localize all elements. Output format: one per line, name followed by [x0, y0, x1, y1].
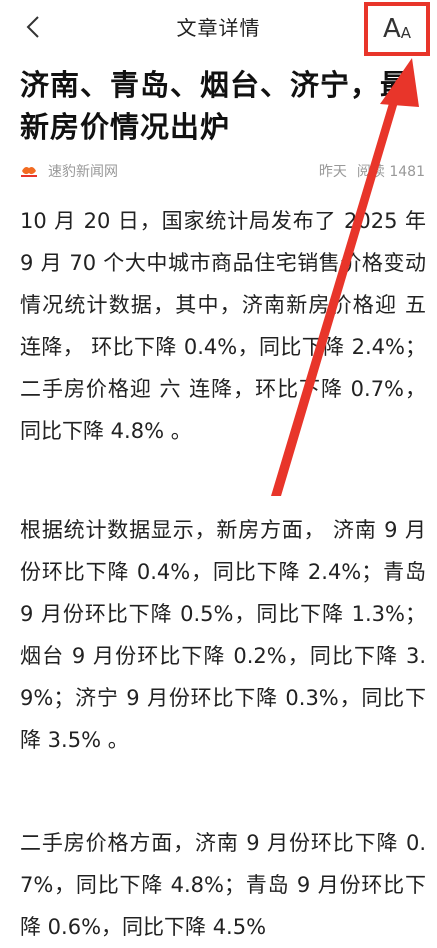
publish-time: 昨天 — [318, 164, 347, 180]
source-logo-icon — [20, 164, 38, 178]
source-name[interactable]: 速豹新闻网 — [48, 161, 118, 181]
article-title: 济南、青岛、烟台、济宁，最新房价情况出炉 — [20, 68, 411, 144]
font-size-icon: A — [382, 14, 401, 44]
article-paragraph: 根据统计数据显示，新房方面， 济南 9 月份环比下降 0.4%，同比下降 2.4… — [20, 518, 426, 752]
article-meta: 速豹新闻网 昨天 阅读 1481 — [20, 160, 425, 182]
page-title: 文章详情 — [176, 15, 261, 40]
chevron-left-icon — [26, 16, 39, 38]
font-size-button[interactable]: AA — [364, 2, 430, 56]
read-count: 阅读 1481 — [356, 164, 425, 180]
top-nav-bar: 文章详情 AA — [0, 0, 437, 56]
back-button[interactable] — [18, 12, 48, 42]
article-paragraph: 二手房价格方面，济南 9 月份环比下降 0.7%，同比下降 4.8%；青岛 9 … — [20, 831, 426, 939]
article-paragraph: 10 月 20 日，国家统计局发布了 2025 年 9 月 70 个大中城市商品… — [20, 209, 426, 443]
